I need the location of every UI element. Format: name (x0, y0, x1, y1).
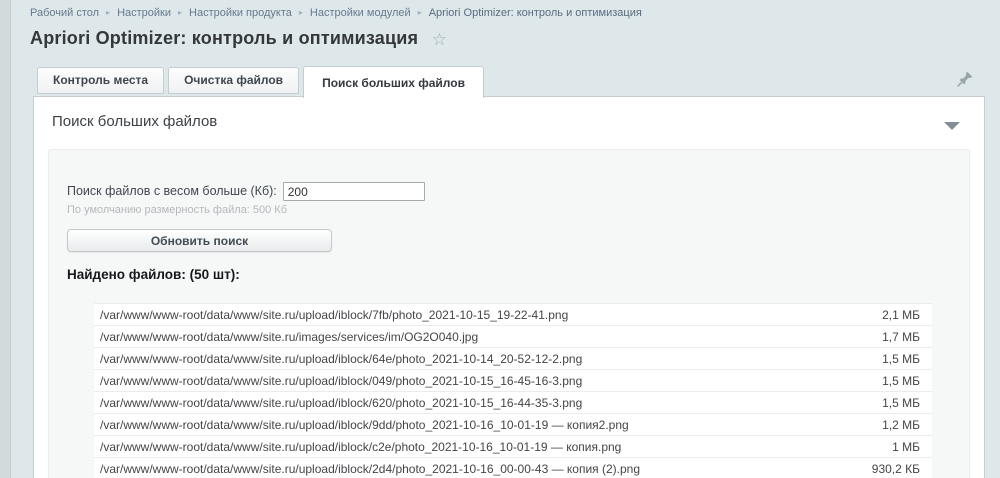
file-size: 1,7 МБ (882, 329, 920, 344)
breadcrumb: Рабочий стол ▸ Настройки ▸ Настройки продукт… (30, 7, 980, 19)
table-row: /var/www/www-root/data/www/site.ru/uploa… (94, 348, 932, 370)
favorite-star-icon[interactable]: ☆ (432, 30, 447, 50)
page: Рабочий стол ▸ Настройки ▸ Настройки продукт… (0, 0, 1000, 478)
breadcrumb-item[interactable]: Apriori Optimizer: контроль и оптимизаци… (429, 7, 642, 19)
page-title-row: Apriori Optimizer: контроль и оптимизаци… (30, 28, 447, 50)
file-path: /var/www/www-root/data/www/site.ru/uploa… (100, 439, 622, 454)
file-size: 930,2 КБ (871, 461, 920, 476)
breadcrumb-separator-icon: ▸ (298, 8, 303, 17)
left-edge-strip (0, 0, 11, 478)
table-row: /var/www/www-root/data/www/site.ru/uploa… (94, 304, 932, 326)
refresh-search-button[interactable]: Обновить поиск (67, 229, 332, 252)
file-path: /var/www/www-root/data/www/site.ru/image… (100, 329, 479, 344)
search-form-line: Поиск файлов с весом больше (Кб): (67, 182, 951, 201)
page-title: Apriori Optimizer: контроль и оптимизаци… (30, 28, 419, 48)
tab[interactable]: Очистка файлов (168, 67, 300, 94)
tab[interactable]: Контроль места (37, 67, 165, 94)
file-path: /var/www/www-root/data/www/site.ru/uploa… (100, 461, 641, 476)
breadcrumb-item[interactable]: Настройки продукта (189, 7, 292, 19)
table-row: /var/www/www-root/data/www/site.ru/uploa… (94, 392, 932, 414)
table-row: /var/www/www-root/data/www/site.ru/uploa… (94, 436, 932, 458)
section-header: Поиск больших файлов (34, 97, 984, 131)
table-row: /var/www/www-root/data/www/site.ru/uploa… (94, 370, 932, 392)
file-path: /var/www/www-root/data/www/site.ru/uploa… (100, 417, 629, 432)
table-row: /var/www/www-root/data/www/site.ru/uploa… (94, 458, 932, 478)
search-box: Поиск файлов с весом больше (Кб): По умо… (48, 149, 970, 478)
content-panel: Поиск больших файлов Поиск файлов с весо… (33, 96, 985, 478)
file-size: 2,1 МБ (882, 307, 920, 322)
breadcrumb-separator-icon: ▸ (417, 8, 422, 17)
tab-bar: Контроль места Очистка файлов Поиск боль… (37, 66, 488, 98)
file-size: 1,5 МБ (882, 373, 920, 388)
breadcrumb-separator-icon: ▸ (178, 8, 183, 17)
file-path: /var/www/www-root/data/www/site.ru/uploa… (100, 395, 583, 410)
tab[interactable]: Поиск больших файлов (303, 66, 484, 98)
pin-icon[interactable] (957, 70, 974, 92)
breadcrumb-item[interactable]: Настройки (117, 7, 171, 19)
file-size: 1,5 МБ (882, 351, 920, 366)
file-size: 1,5 МБ (882, 395, 920, 410)
table-row: /var/www/www-root/data/www/site.ru/uploa… (94, 414, 932, 436)
section-title: Поиск больших файлов (52, 113, 218, 130)
file-size: 1 МБ (892, 439, 920, 454)
table-row: /var/www/www-root/data/www/site.ru/image… (94, 326, 932, 348)
file-size: 1,2 МБ (882, 417, 920, 432)
tab-label: Контроль места (53, 73, 149, 87)
breadcrumb-item[interactable]: Настройки модулей (310, 7, 411, 19)
search-size-label: Поиск файлов с весом больше (Кб): (67, 183, 277, 198)
file-path: /var/www/www-root/data/www/site.ru/uploa… (100, 351, 583, 366)
found-files-heading: Найдено файлов: (50 шт): (67, 267, 240, 282)
collapse-chevron-down-icon[interactable] (944, 122, 960, 130)
file-list: /var/www/www-root/data/www/site.ru/uploa… (94, 303, 932, 478)
file-path: /var/www/www-root/data/www/site.ru/uploa… (100, 307, 569, 322)
breadcrumb-item[interactable]: Рабочий стол (30, 7, 99, 19)
search-size-input[interactable] (282, 182, 425, 201)
tab-label: Очистка файлов (184, 73, 284, 87)
file-path: /var/www/www-root/data/www/site.ru/uploa… (100, 373, 583, 388)
breadcrumb-separator-icon: ▸ (106, 8, 111, 17)
tab-label: Поиск больших файлов (322, 76, 465, 90)
search-size-hint: По умолчанию размерность файла: 500 Кб (67, 204, 287, 216)
